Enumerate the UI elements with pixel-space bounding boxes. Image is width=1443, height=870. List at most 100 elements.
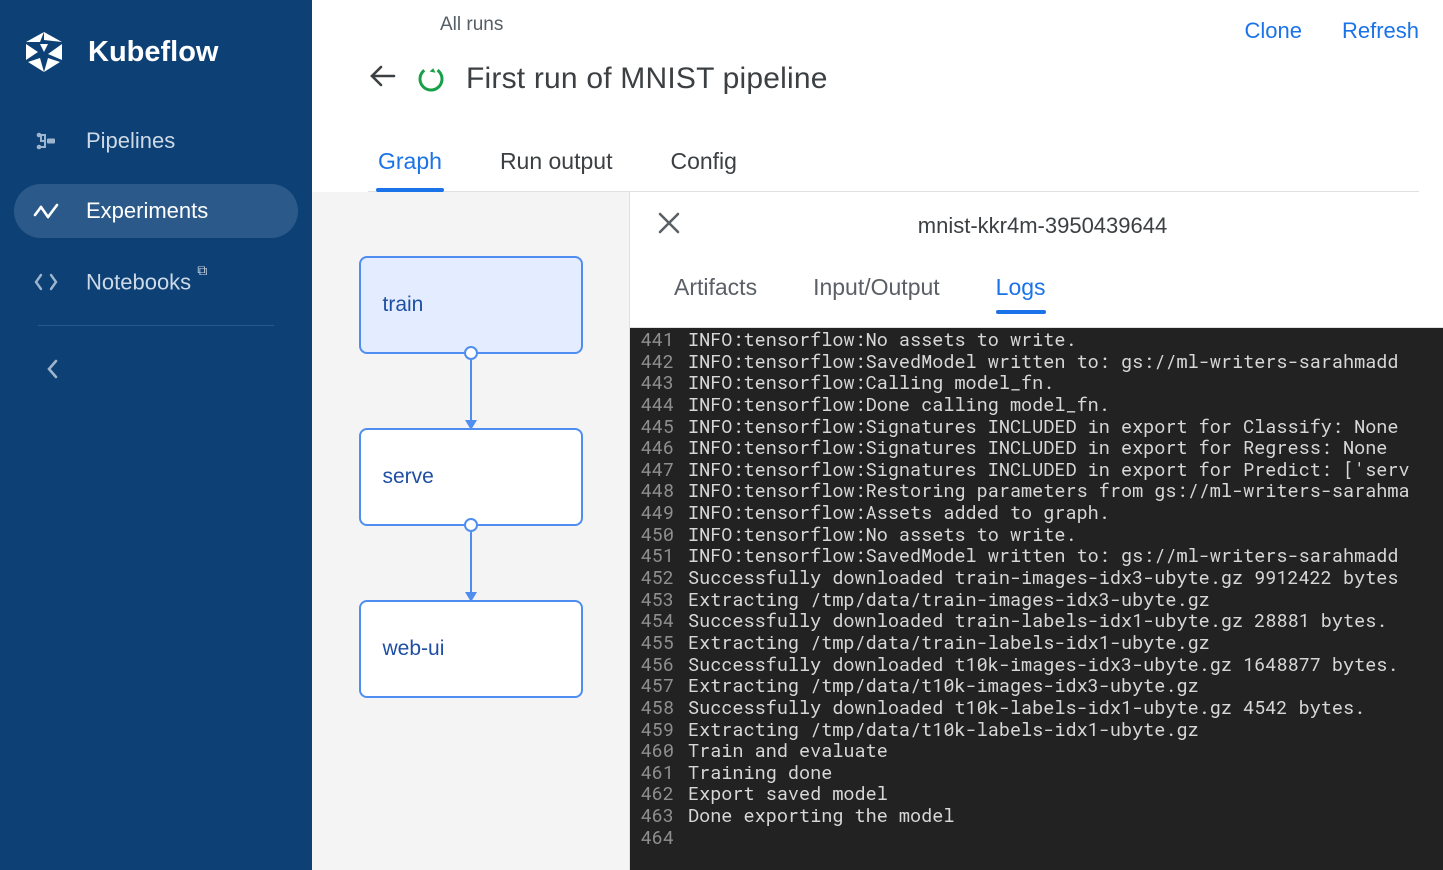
- log-line-text: Successfully downloaded t10k-labels-idx1…: [688, 698, 1443, 720]
- log-line-text: INFO:tensorflow:Signatures INCLUDED in e…: [688, 438, 1443, 460]
- graph-node-label: serve: [383, 465, 434, 489]
- log-line-text: Training done: [688, 763, 1443, 785]
- log-line: 463Done exporting the model: [630, 806, 1443, 828]
- log-line-number: 455: [630, 633, 688, 655]
- log-line-number: 463: [630, 806, 688, 828]
- run-tabs: Graph Run output Config: [368, 118, 1419, 192]
- back-button[interactable]: [368, 62, 396, 96]
- pipeline-graph-canvas[interactable]: train serve web-ui: [312, 192, 630, 870]
- log-line-text: INFO:tensorflow:SavedModel written to: g…: [688, 546, 1443, 568]
- log-line-number: 448: [630, 481, 688, 503]
- log-line: 453Extracting /tmp/data/train-images-idx…: [630, 590, 1443, 612]
- sidebar-item-notebooks[interactable]: Notebooks⧉: [14, 254, 298, 309]
- log-line-text: [688, 828, 1443, 850]
- log-line: 446INFO:tensorflow:Signatures INCLUDED i…: [630, 438, 1443, 460]
- log-line-number: 443: [630, 373, 688, 395]
- close-panel-button[interactable]: [656, 210, 682, 242]
- tab-run-output[interactable]: Run output: [498, 148, 615, 191]
- panel-title: mnist-kkr4m-3950439644: [682, 213, 1403, 239]
- log-line-number: 454: [630, 611, 688, 633]
- log-line-text: Done exporting the model: [688, 806, 1443, 828]
- page-header: All runs Clone Refresh First run of MNIS…: [312, 0, 1443, 192]
- log-viewer[interactable]: 441INFO:tensorflow:No assets to write.44…: [630, 328, 1443, 870]
- workspace: train serve web-ui: [312, 192, 1443, 870]
- brand: Kubeflow: [0, 0, 312, 92]
- external-link-icon: ⧉: [197, 262, 207, 278]
- main-content: All runs Clone Refresh First run of MNIS…: [312, 0, 1443, 870]
- log-line-text: INFO:tensorflow:No assets to write.: [688, 525, 1443, 547]
- log-line: 459Extracting /tmp/data/t10k-labels-idx1…: [630, 720, 1443, 742]
- log-line-text: INFO:tensorflow:Signatures INCLUDED in e…: [688, 417, 1443, 439]
- log-line-number: 457: [630, 676, 688, 698]
- log-line: 444INFO:tensorflow:Done calling model_fn…: [630, 395, 1443, 417]
- refresh-button[interactable]: Refresh: [1342, 18, 1419, 44]
- log-line: 462Export saved model: [630, 784, 1443, 806]
- sidebar-item-pipelines[interactable]: Pipelines: [14, 114, 298, 168]
- log-line: 457Extracting /tmp/data/t10k-images-idx3…: [630, 676, 1443, 698]
- sidebar-item-experiments[interactable]: Experiments: [14, 184, 298, 238]
- log-line-number: 458: [630, 698, 688, 720]
- log-line-number: 461: [630, 763, 688, 785]
- log-line: 455Extracting /tmp/data/train-labels-idx…: [630, 633, 1443, 655]
- tab-config[interactable]: Config: [668, 148, 738, 191]
- log-line-number: 442: [630, 352, 688, 374]
- log-line-number: 447: [630, 460, 688, 482]
- panel-tab-input-output[interactable]: Input/Output: [813, 274, 940, 313]
- log-line-text: Successfully downloaded t10k-images-idx3…: [688, 655, 1443, 677]
- log-line-text: INFO:tensorflow:Restoring parameters fro…: [688, 481, 1443, 503]
- tab-graph[interactable]: Graph: [376, 148, 444, 191]
- log-line-number: 464: [630, 828, 688, 850]
- log-line-text: INFO:tensorflow:SavedModel written to: g…: [688, 352, 1443, 374]
- log-line: 460Train and evaluate: [630, 741, 1443, 763]
- sidebar-item-label: Experiments: [86, 198, 208, 224]
- log-line-text: INFO:tensorflow:Signatures INCLUDED in e…: [688, 460, 1443, 482]
- notebooks-icon: [32, 272, 60, 292]
- log-line-number: 456: [630, 655, 688, 677]
- log-line: 454Successfully downloaded train-labels-…: [630, 611, 1443, 633]
- panel-tab-logs[interactable]: Logs: [996, 274, 1046, 313]
- log-line-number: 452: [630, 568, 688, 590]
- experiments-icon: [32, 201, 60, 221]
- log-line: 443INFO:tensorflow:Calling model_fn.: [630, 373, 1443, 395]
- graph-node-label: train: [383, 293, 424, 317]
- log-line-text: INFO:tensorflow:Calling model_fn.: [688, 373, 1443, 395]
- graph-edge: [464, 526, 478, 600]
- log-line-number: 453: [630, 590, 688, 612]
- log-line: 458Successfully downloaded t10k-labels-i…: [630, 698, 1443, 720]
- log-line-text: Extracting /tmp/data/train-labels-idx1-u…: [688, 633, 1443, 655]
- log-line: 461Training done: [630, 763, 1443, 785]
- log-line-text: Train and evaluate: [688, 741, 1443, 763]
- log-line-number: 459: [630, 720, 688, 742]
- graph-node-serve[interactable]: serve: [359, 428, 583, 526]
- log-line-number: 450: [630, 525, 688, 547]
- pipelines-icon: [32, 129, 60, 153]
- kubeflow-logo-icon: [22, 30, 66, 74]
- graph-port-icon: [464, 518, 478, 532]
- collapse-sidebar-button[interactable]: [14, 352, 298, 391]
- brand-name: Kubeflow: [88, 36, 219, 69]
- log-line-number: 451: [630, 546, 688, 568]
- log-line: 449INFO:tensorflow:Assets added to graph…: [630, 503, 1443, 525]
- panel-tabs: Artifacts Input/Output Logs: [630, 256, 1443, 328]
- node-detail-panel: mnist-kkr4m-3950439644 Artifacts Input/O…: [630, 192, 1443, 870]
- status-success-icon: [418, 66, 444, 92]
- panel-tab-artifacts[interactable]: Artifacts: [674, 274, 757, 313]
- header-actions: Clone Refresh: [1244, 0, 1419, 44]
- log-line: 456Successfully downloaded t10k-images-i…: [630, 655, 1443, 677]
- graph-node-label: web-ui: [383, 637, 445, 661]
- log-line-text: Export saved model: [688, 784, 1443, 806]
- log-line: 451INFO:tensorflow:SavedModel written to…: [630, 546, 1443, 568]
- graph-node-train[interactable]: train: [359, 256, 583, 354]
- breadcrumb[interactable]: All runs: [440, 0, 1244, 36]
- log-line-text: Successfully downloaded train-labels-idx…: [688, 611, 1443, 633]
- graph-node-web-ui[interactable]: web-ui: [359, 600, 583, 698]
- sidebar-nav: Pipelines Experiments Notebooks⧉: [0, 92, 312, 391]
- graph-edge: [464, 354, 478, 428]
- log-line-number: 460: [630, 741, 688, 763]
- panel-header: mnist-kkr4m-3950439644: [630, 192, 1443, 256]
- log-line: 441INFO:tensorflow:No assets to write.: [630, 330, 1443, 352]
- log-line: 452Successfully downloaded train-images-…: [630, 568, 1443, 590]
- log-line-text: INFO:tensorflow:Done calling model_fn.: [688, 395, 1443, 417]
- clone-button[interactable]: Clone: [1244, 18, 1301, 44]
- log-line-text: Extracting /tmp/data/t10k-images-idx3-ub…: [688, 676, 1443, 698]
